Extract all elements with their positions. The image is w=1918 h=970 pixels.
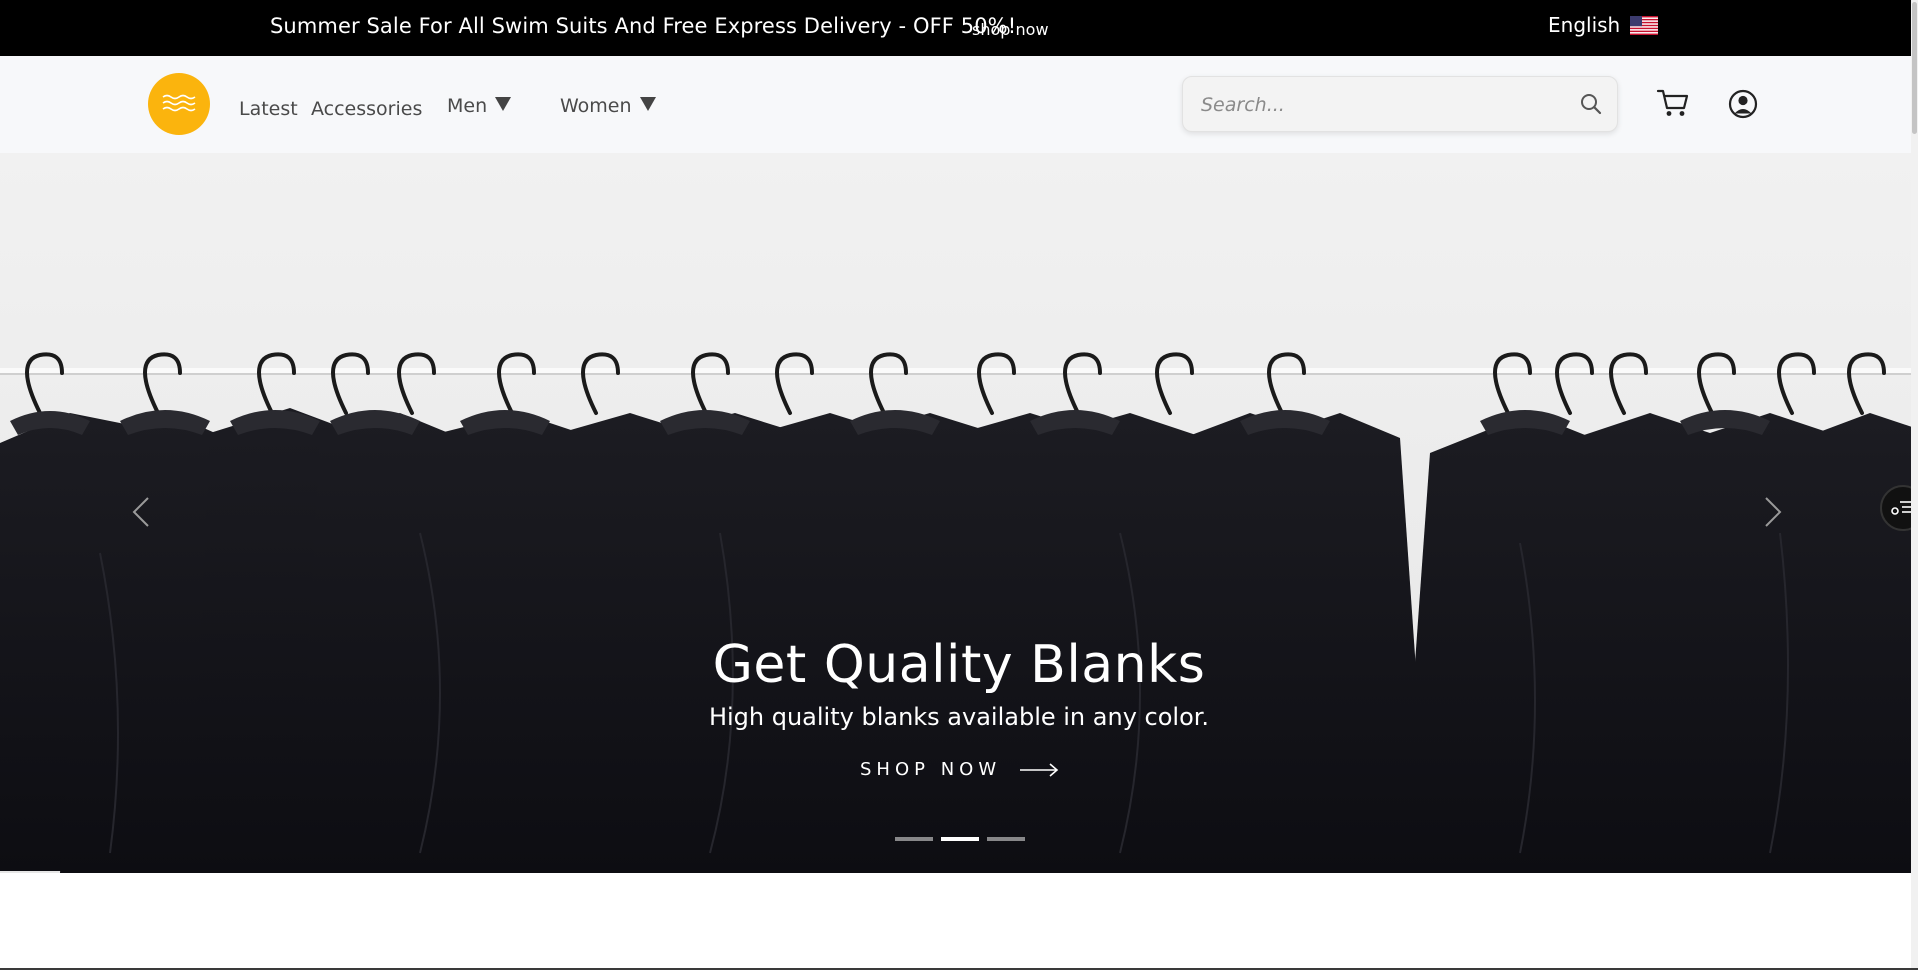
chevron-right-icon[interactable] xyxy=(1762,495,1784,529)
nav-men-dropdown[interactable]: Men xyxy=(447,95,512,117)
search-box xyxy=(1182,76,1618,132)
nav-men-label: Men xyxy=(447,95,488,117)
us-flag-icon xyxy=(1630,15,1659,35)
nav-women-dropdown[interactable]: Women xyxy=(560,95,656,117)
hero-subtitle: High quality blanks available in any col… xyxy=(708,703,1210,731)
page-scrollbar-track[interactable] xyxy=(1911,0,1918,970)
carousel-dot-1[interactable] xyxy=(895,837,933,841)
hero-shop-now-button[interactable]: SHOP NOW xyxy=(860,759,1059,780)
site-header: Latest Accessories Men Women xyxy=(0,56,1918,153)
hero-cta-label: SHOP NOW xyxy=(860,759,1002,780)
cart-icon[interactable] xyxy=(1656,88,1690,118)
caret-down-icon xyxy=(639,97,656,111)
hero-carousel: Get Quality Blanks High quality blanks a… xyxy=(0,153,1918,873)
waves-icon xyxy=(162,94,196,112)
logo[interactable] xyxy=(148,73,210,135)
announcement-shop-now-link[interactable]: shop now xyxy=(972,20,1049,39)
search-icon[interactable] xyxy=(1579,92,1603,116)
arrow-right-icon xyxy=(1020,762,1059,777)
nav-accessories[interactable]: Accessories xyxy=(311,98,422,120)
chevron-left-icon[interactable] xyxy=(130,495,152,529)
carousel-dot-3[interactable] xyxy=(987,837,1025,841)
carousel-dot-2[interactable] xyxy=(941,837,979,841)
carousel-indicators xyxy=(895,837,1025,841)
caret-down-icon xyxy=(495,97,512,111)
page-scrollbar-thumb[interactable] xyxy=(1912,2,1917,134)
nav-latest[interactable]: Latest xyxy=(239,98,298,120)
language-label: English xyxy=(1548,13,1621,37)
user-circle-icon[interactable] xyxy=(1728,89,1758,119)
announcement-message: Summer Sale For All Swim Suits And Free … xyxy=(270,14,1017,38)
language-selector[interactable]: English xyxy=(1548,13,1659,37)
nav-women-label: Women xyxy=(560,95,632,117)
search-input[interactable] xyxy=(1201,91,1561,119)
announcement-bar: Summer Sale For All Swim Suits And Free … xyxy=(0,0,1918,56)
hero-title: Get Quality Blanks xyxy=(712,635,1206,695)
